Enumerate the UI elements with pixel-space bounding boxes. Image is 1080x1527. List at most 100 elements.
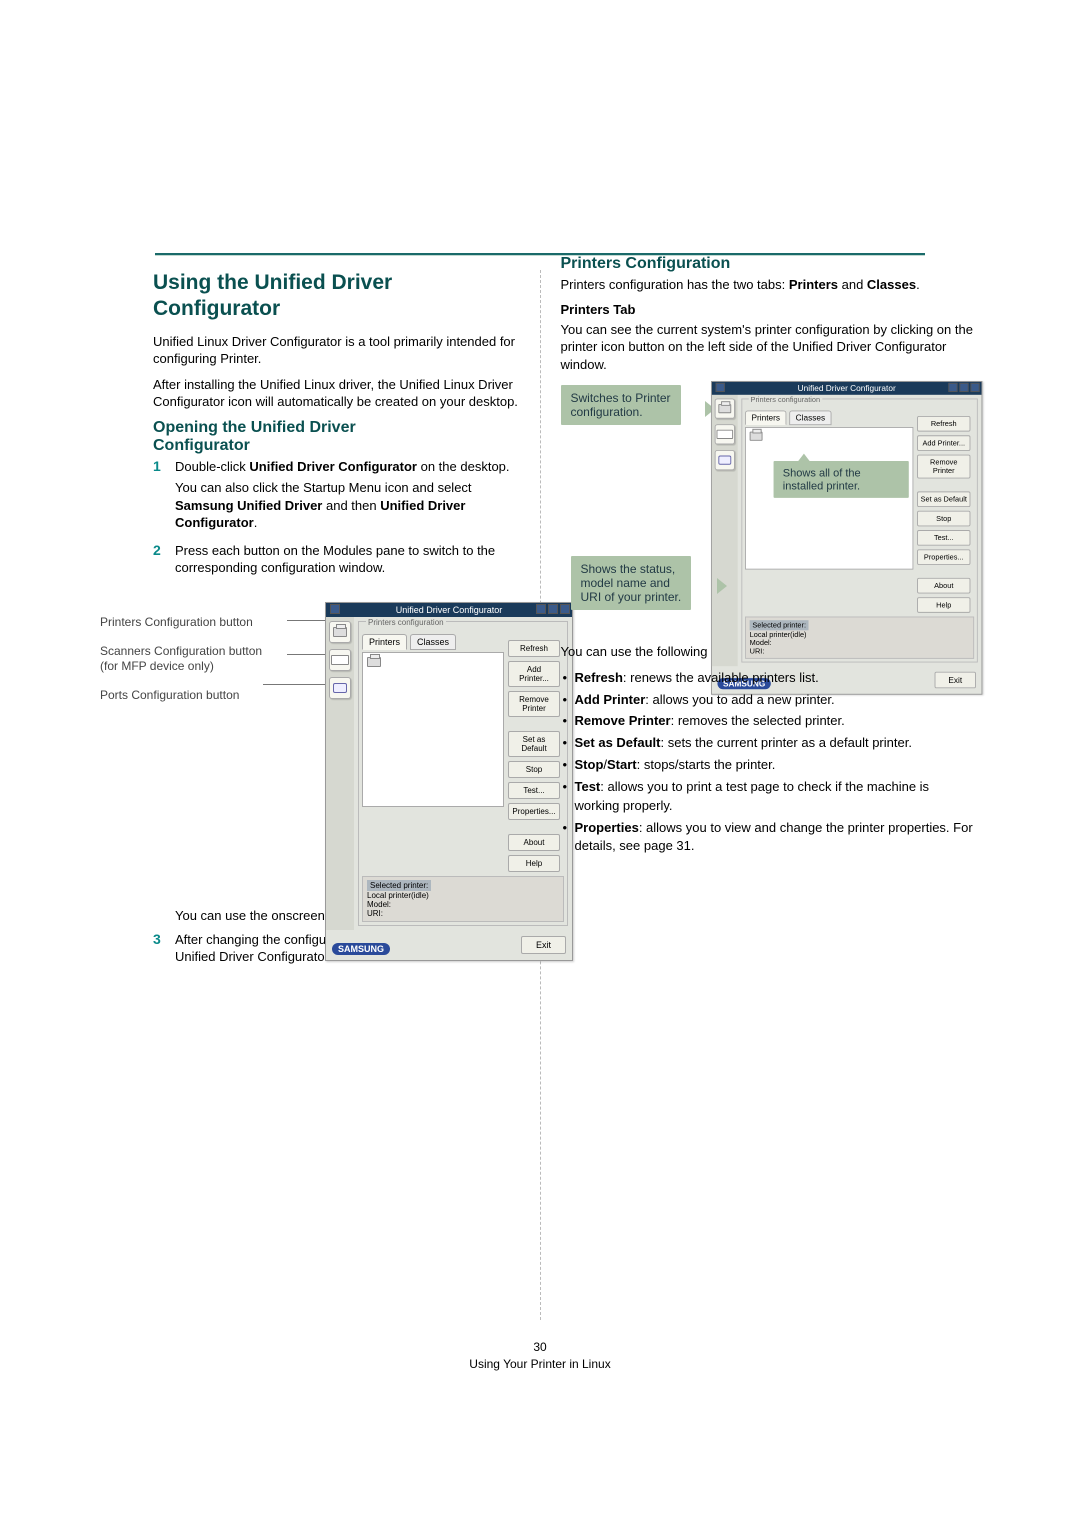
bullet-rest: : allows you to print a test page to che… [575, 779, 930, 813]
selected-uri: URI: [367, 909, 559, 918]
label-ports-config: Ports Configuration button [100, 688, 320, 703]
window-titlebar: Unified Driver Configurator [326, 603, 572, 617]
printer-config-icon [329, 621, 351, 643]
list-item: Set as Default: sets the current printer… [561, 734, 976, 753]
about-button: About [508, 834, 560, 851]
selected-printer-label: Selected printer: [367, 880, 431, 891]
step1-sub-bold1: Samsung Unified Driver [175, 498, 322, 513]
test-button: Test... [917, 530, 970, 546]
unified-configurator-screenshot: Unified Driver Configurator [325, 602, 573, 961]
intro-bold2: Classes [867, 277, 916, 292]
annotation-shows-installed: Shows all of the installed printer. [773, 461, 908, 498]
window-minimize-icon [948, 383, 957, 392]
add-printer-button: Add Printer... [508, 661, 560, 687]
step-number: 1 [153, 458, 175, 536]
window-system-icon [715, 383, 724, 392]
annot1-l2: configuration. [571, 405, 643, 419]
step-1: 1 Double-click Unified Driver Configurat… [153, 458, 520, 536]
intro-a: Printers configuration has the two tabs: [561, 277, 789, 292]
h1-line2: Configurator [153, 297, 280, 320]
printer-icon [367, 657, 381, 667]
selected-model: Model: [749, 639, 969, 647]
bullet-bold: Test [575, 779, 601, 794]
tab-printers: Printers [745, 411, 786, 426]
annot1-l1: Switches to Printer [571, 391, 671, 405]
printers-config-intro: Printers configuration has the two tabs:… [561, 276, 976, 294]
samsung-logo: SAMSUNG [332, 943, 390, 955]
annotated-screenshot: Switches to Printer configuration. Unifi… [561, 381, 976, 631]
framebox-label: Printers configuration [748, 396, 821, 404]
modules-sidebar [711, 395, 737, 666]
annotation-pointer [717, 578, 727, 594]
list-item: Remove Printer: removes the selected pri… [561, 712, 976, 731]
window-maximize-icon [959, 383, 968, 392]
bullet-bold: Add Printer [575, 692, 646, 707]
set-default-button: Set as Default [508, 731, 560, 757]
annot2-l1: Shows all of the [782, 467, 860, 480]
bullet-rest: : renews the available printers list. [623, 670, 819, 685]
step-number: 3 [153, 931, 175, 970]
scanner-config-icon [714, 424, 734, 444]
step-2: 2 Press each button on the Modules pane … [153, 542, 520, 581]
h2-line1: Opening the Unified Driver [153, 419, 356, 436]
step-number: 2 [153, 542, 175, 581]
stop-button: Stop [917, 511, 970, 527]
port-config-icon [714, 450, 734, 470]
tab-classes: Classes [789, 411, 831, 426]
printer-icon [749, 432, 762, 441]
bullet-rest: : removes the selected printer. [671, 713, 845, 728]
label-scanners-config-2: (for MFP device only) [100, 659, 214, 673]
selected-local: Local printer(idle) [749, 631, 969, 639]
refresh-button: Refresh [508, 640, 560, 657]
window-system-icon [330, 604, 340, 614]
annot3-l1: Shows the status, [581, 562, 676, 576]
modules-sidebar [326, 617, 354, 930]
remove-printer-button: Remove Printer [508, 691, 560, 717]
bullet-bold-2: Start [607, 757, 637, 772]
footer-text: Using Your Printer in Linux [0, 1357, 1080, 1371]
intro-end: . [916, 277, 920, 292]
step1-sub-a: You can also click the Startup Menu icon… [175, 480, 472, 495]
list-item: Stop/Start: stops/starts the printer. [561, 756, 976, 775]
window-title-text: Unified Driver Configurator [396, 605, 503, 615]
right-column: Printers Configuration Printers configur… [561, 270, 976, 1320]
framebox-label: Printers configuration [366, 618, 446, 627]
step1-sub-end: . [254, 515, 258, 530]
left-column: Using the Unified Driver Configurator Un… [105, 270, 520, 1320]
help-button: Help [917, 597, 970, 613]
bullet-rest: : allows you to add a new printer. [645, 692, 834, 707]
refresh-button: Refresh [917, 416, 970, 432]
selected-uri: URI: [749, 647, 969, 655]
section-heading: Using the Unified Driver Configurator [153, 270, 520, 323]
list-item: Test: allows you to print a test page to… [561, 778, 976, 816]
stop-button: Stop [508, 761, 560, 778]
page-footer: 30 Using Your Printer in Linux [0, 1340, 1080, 1371]
annot2-l2: installed printer. [782, 480, 859, 493]
h1-line1: Using the Unified Driver [153, 271, 392, 294]
selected-printer-frame: Selected printer: Local printer(idle) Mo… [745, 617, 974, 659]
port-config-icon [329, 677, 351, 699]
bullet-bold: Stop [575, 757, 604, 772]
printers-tab-desc: You can see the current system's printer… [561, 321, 976, 374]
window-minimize-icon [536, 604, 546, 614]
bullet-rest: : stops/starts the printer. [637, 757, 776, 772]
window-title-text: Unified Driver Configurator [797, 384, 895, 393]
properties-button: Properties... [508, 803, 560, 820]
window-titlebar: Unified Driver Configurator [711, 382, 981, 395]
intro-paragraph-1: Unified Linux Driver Configurator is a t… [153, 333, 520, 368]
page-number: 30 [0, 1340, 1080, 1354]
window-close-icon [970, 383, 979, 392]
annotation-switch-printer: Switches to Printer configuration. [561, 385, 681, 425]
printer-list [362, 652, 504, 807]
h2-line2: Configurator [153, 437, 250, 454]
intro-mid: and [838, 277, 867, 292]
list-item: Properties: allows you to view and chang… [561, 819, 976, 857]
bullet-bold: Refresh [575, 670, 623, 685]
step1-bold: Unified Driver Configurator [249, 459, 417, 474]
selected-printer-frame: Selected printer: Local printer(idle) Mo… [362, 876, 564, 922]
annot3-l2: model name and [581, 576, 670, 590]
list-item: Refresh: renews the available printers l… [561, 669, 976, 688]
test-button: Test... [508, 782, 560, 799]
step2-text: Press each button on the Modules pane to… [175, 542, 520, 577]
subsection-heading: Opening the Unified Driver Configurator [153, 419, 520, 455]
